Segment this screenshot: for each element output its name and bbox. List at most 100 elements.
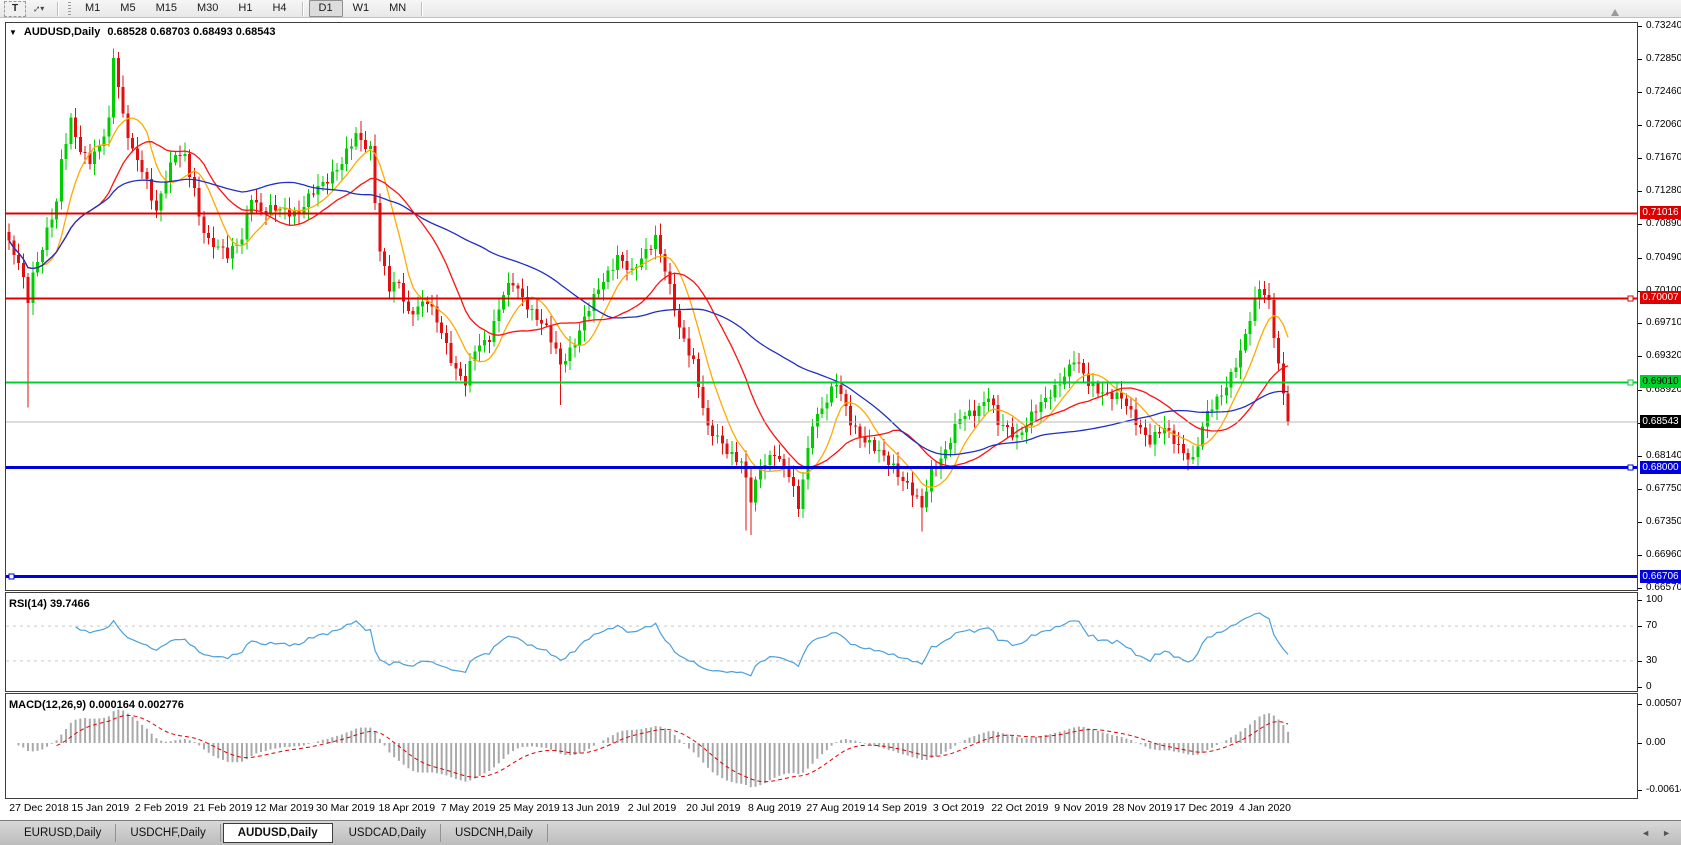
toolbar-separator — [301, 1, 304, 16]
date-tick-label: 8 Aug 2019 — [748, 802, 802, 814]
date-tick-label: 21 Feb 2019 — [193, 802, 253, 814]
price-tick-mark — [1638, 390, 1642, 391]
tab-scroll-right-icon[interactable]: ► — [1662, 828, 1671, 838]
date-tick-label: 3 Oct 2019 — [932, 802, 985, 814]
date-tick-label: 15 Jan 2019 — [71, 802, 130, 814]
date-tick-label: 4 Jan 2020 — [1239, 802, 1291, 814]
date-tick-label: 28 Nov 2019 — [1112, 802, 1173, 814]
time-axis[interactable]: 27 Dec 2018 15 Jan 2019 2 Feb 2019 21 Feb 2… — [0, 800, 1681, 820]
rsi-line — [75, 612, 1289, 677]
symbol-tab-eurusd[interactable]: EURUSD,Daily — [10, 824, 117, 842]
price-level-badge: 0.70007 — [1640, 291, 1681, 304]
ma-fast-line — [8, 117, 1289, 488]
date-tick-label: 27 Aug 2019 — [806, 802, 866, 814]
timeframe-button-h1[interactable]: H1 — [228, 0, 262, 17]
rsi-tick-mark — [1638, 661, 1642, 662]
price-tick-label: 0.69710 — [1646, 317, 1681, 328]
symbol-tab-bar: EURUSD,Daily USDCHF,Daily AUDUSD,Daily USDC… — [0, 820, 1681, 845]
rsi-tick-mark — [1638, 626, 1642, 627]
top-toolbar: T ↕ ▾ M1 M5 M15 M30 H1 H4 D1 W1 MN — [0, 0, 1681, 18]
tab-scroll-left-icon[interactable]: ◄ — [1641, 828, 1650, 838]
timeframe-button-w1[interactable]: W1 — [343, 0, 380, 17]
collapse-triangle-icon[interactable]: ▼ — [9, 28, 17, 37]
price-tick-mark — [1638, 456, 1642, 457]
date-tick-label: 12 Mar 2019 — [254, 802, 314, 814]
macd-panel[interactable] — [5, 693, 1638, 799]
toolbar-separator — [57, 1, 59, 16]
price-tick-label: 0.71280 — [1646, 185, 1681, 196]
cursor-tool-button[interactable]: ↕ ▾ — [29, 2, 49, 16]
date-tick-label: 22 Oct 2019 — [991, 802, 1049, 814]
chart-symbol-label: AUDUSD,Daily — [23, 26, 101, 38]
current-price-badge: 0.68543 — [1640, 415, 1681, 428]
trading-terminal: T ↕ ▾ M1 M5 M15 M30 H1 H4 D1 W1 MN ▼ AUDUSD,Dail… — [0, 0, 1681, 845]
main-chart-panel[interactable] — [5, 22, 1638, 591]
timeframe-button-m5[interactable]: M5 — [110, 0, 145, 17]
rsi-scale-label: 30 — [1646, 655, 1658, 666]
timeframe-button-mn[interactable]: MN — [379, 0, 416, 17]
scroll-up-icon[interactable] — [1611, 9, 1619, 16]
rsi-panel[interactable] — [5, 592, 1638, 692]
price-tick-label: 0.67750 — [1646, 483, 1681, 494]
price-tick-mark — [1638, 92, 1642, 93]
tab-scroll-arrows: ◄ ► — [1641, 828, 1671, 838]
symbol-tab-usdcnh[interactable]: USDCNH,Daily — [441, 824, 548, 842]
date-tick-label: 17 Dec 2019 — [1173, 802, 1234, 814]
macd-tick-mark — [1638, 743, 1642, 744]
macd-label: MACD(12,26,9) 0.000164 0.002776 — [9, 699, 184, 711]
level-lines-layer[interactable] — [6, 212, 1637, 580]
price-level-badge: 0.69010 — [1640, 375, 1681, 388]
price-tick-label: 0.70490 — [1646, 252, 1681, 263]
rsi-label: RSI(14) 39.7466 — [9, 598, 90, 610]
price-level-badge: 0.71016 — [1640, 206, 1681, 219]
toolbar-grip[interactable] — [68, 2, 71, 15]
rsi-scale-label: 100 — [1646, 594, 1663, 605]
date-tick-label: 7 May 2019 — [440, 802, 496, 814]
timeframe-button-m15[interactable]: M15 — [146, 0, 187, 17]
price-tick-mark — [1638, 522, 1642, 523]
rsi-tick-mark — [1638, 687, 1642, 688]
ma-slow-line — [8, 178, 1289, 456]
date-tick-label: 2 Jul 2019 — [627, 802, 677, 814]
price-tick-label: 0.67350 — [1646, 516, 1681, 527]
timeframe-button-h4[interactable]: H4 — [262, 0, 296, 17]
price-level-badge: 0.68000 — [1640, 461, 1681, 474]
timeframe-button-d1[interactable]: D1 — [308, 0, 343, 17]
price-tick-mark — [1638, 224, 1642, 225]
date-tick-label: 14 Sep 2019 — [867, 802, 927, 814]
ma-mid-line — [8, 141, 1289, 468]
date-tick-label: 2 Feb 2019 — [135, 802, 189, 814]
macd-scale-label: 0.00 — [1646, 737, 1666, 748]
chart-title: ▼ AUDUSD,Daily 0.68528 0.68703 0.68493 0… — [9, 26, 276, 38]
price-tick-label: 0.72460 — [1646, 86, 1681, 97]
timeframe-toolbar: M1 M5 M15 M30 H1 H4 D1 W1 MN — [75, 0, 428, 17]
macd-scale-label: 0.005076 — [1646, 698, 1681, 709]
price-level-badge: 0.66706 — [1640, 570, 1681, 583]
candles-layer — [7, 48, 1290, 535]
symbol-tab-usdcad[interactable]: USDCAD,Daily — [335, 824, 441, 842]
price-tick-label: 0.68140 — [1646, 450, 1681, 461]
price-tick-mark — [1638, 323, 1642, 324]
price-tick-mark — [1638, 356, 1642, 357]
date-tick-label: 9 Nov 2019 — [1054, 802, 1108, 814]
toolbar-separator — [421, 1, 424, 16]
timeframe-button-m1[interactable]: M1 — [75, 0, 110, 17]
price-axis[interactable]: 0.73240 0.72850 0.72460 0.72060 0.71670 0.712… — [1638, 0, 1681, 820]
price-tick-label: 0.72060 — [1646, 119, 1681, 130]
price-tick-label: 0.73240 — [1646, 20, 1681, 31]
price-tick-mark — [1638, 59, 1642, 60]
symbol-tab-usdchf[interactable]: USDCHF,Daily — [116, 824, 221, 842]
date-tick-label: 13 Jun 2019 — [561, 802, 620, 814]
price-tick-mark — [1638, 158, 1642, 159]
symbol-tab-audusd[interactable]: AUDUSD,Daily — [222, 823, 333, 843]
rsi-scale-label: 70 — [1646, 620, 1658, 631]
text-tool-button[interactable]: T — [4, 0, 26, 17]
price-tick-label: 0.66960 — [1646, 549, 1681, 560]
price-tick-label: 0.66570 — [1646, 582, 1681, 593]
date-tick-label: 30 Mar 2019 — [316, 802, 375, 814]
date-tick-label: 27 Dec 2018 — [9, 802, 69, 814]
macd-scale-label: -0.006148 — [1646, 784, 1681, 795]
date-tick-label: 18 Apr 2019 — [378, 802, 436, 814]
timeframe-button-m30[interactable]: M30 — [187, 0, 228, 17]
chart-ohlc-values: 0.68528 0.68703 0.68493 0.68543 — [107, 26, 276, 38]
